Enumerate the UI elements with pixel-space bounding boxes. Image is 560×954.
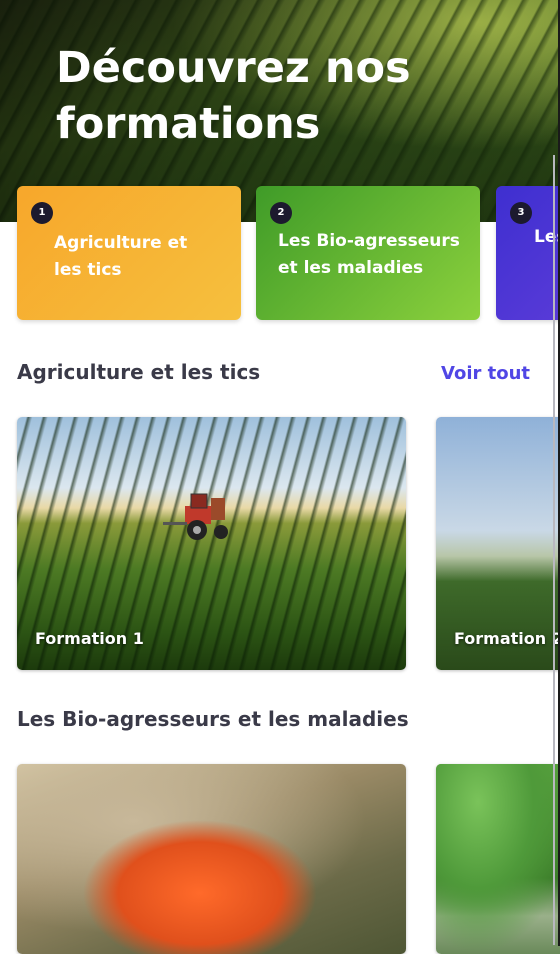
category-number-badge: 1 — [31, 202, 53, 224]
diseased-tomato-image — [17, 764, 406, 954]
formation-card-2[interactable]: Formation 2 — [436, 417, 560, 670]
category-carousel[interactable]: 1 Agriculture et les tics 2 Les Bio-agre… — [17, 186, 560, 321]
category-label: Les Bio-agresseurs et les maladies — [278, 231, 460, 278]
category-card-bio-agresseurs[interactable]: 2 Les Bio-agresseurs et les maladies — [256, 186, 480, 320]
formation-card-4[interactable] — [436, 764, 560, 954]
formation-card-3[interactable] — [17, 764, 406, 954]
category-number-badge: 3 — [510, 202, 532, 224]
card-title: Formation 2 — [454, 629, 560, 648]
leaf-disease-image — [436, 764, 560, 954]
tractor-icon — [163, 493, 228, 540]
section-title-agriculture-tics: Agriculture et les tics — [17, 360, 261, 384]
page-title: Découvrez nos formations — [56, 43, 411, 149]
category-label: Agriculture et les tics — [54, 233, 188, 280]
card-title: Formation 1 — [35, 629, 144, 648]
category-label: Les ag — [534, 227, 560, 247]
see-all-link[interactable]: Voir tout — [441, 363, 530, 384]
category-card-agriculture-tics[interactable]: 1 Agriculture et les tics — [17, 186, 241, 320]
formation-card-1[interactable]: Formation 1 — [17, 417, 406, 670]
category-card-third[interactable]: 3 Les ag — [496, 186, 560, 320]
category-number-badge: 2 — [270, 202, 292, 224]
section-title-bio-agresseurs: Les Bio-agresseurs et les maladies — [17, 707, 409, 731]
scrollbar[interactable] — [553, 155, 555, 945]
